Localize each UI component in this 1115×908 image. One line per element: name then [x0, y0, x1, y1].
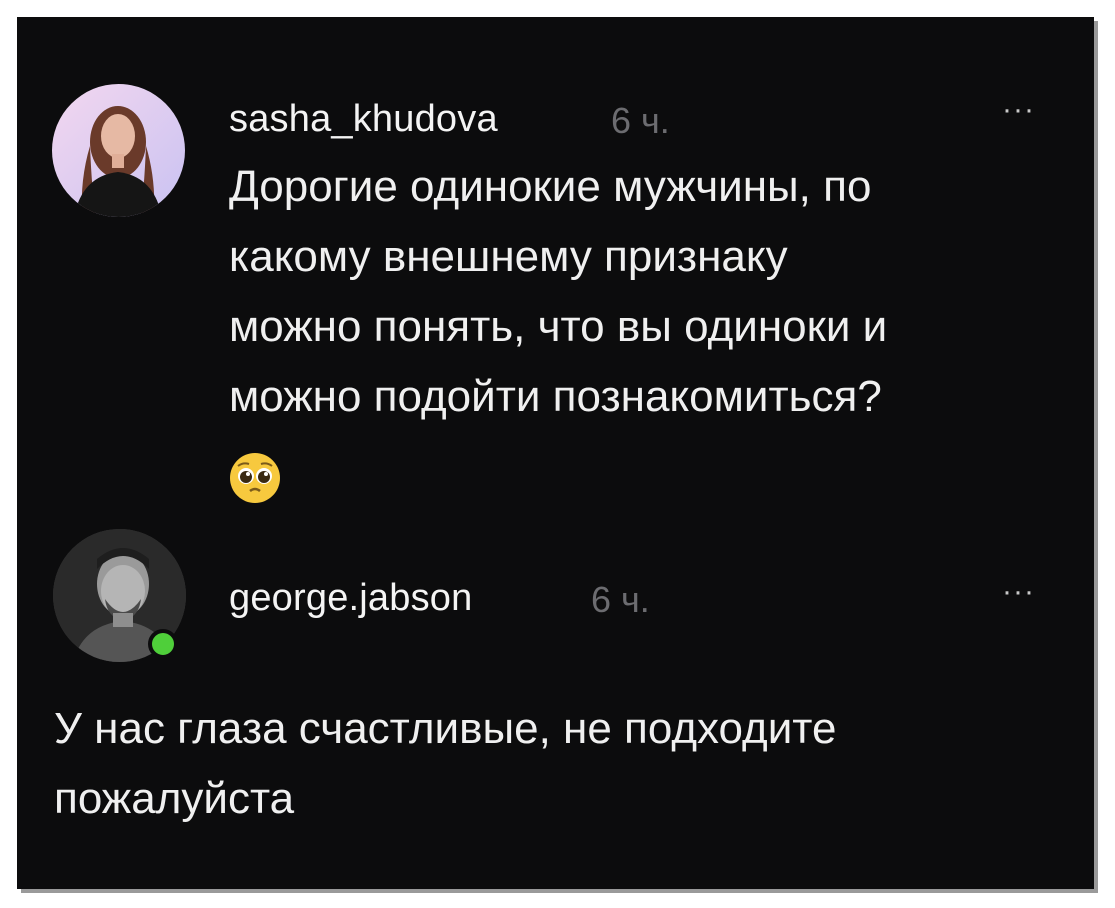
comments-panel: sasha_khudova 6 ч. ··· Дорогие одинокие … — [17, 17, 1094, 889]
comment-username[interactable]: george.jabson — [229, 577, 472, 620]
comment-timestamp: 6 ч. — [591, 579, 650, 620]
more-options-icon[interactable]: ··· — [1002, 95, 1035, 125]
pleading-face-icon — [229, 452, 281, 504]
comment-username[interactable]: sasha_khudova — [229, 98, 498, 141]
comment-text: Дорогие одинокие мужчины, по какому внеш… — [229, 162, 888, 421]
comment-text: У нас глаза счастливые, не подходите пож… — [54, 704, 837, 823]
online-status-indicator — [148, 629, 178, 659]
avatar-sasha-khudova[interactable] — [52, 84, 185, 217]
more-options-icon[interactable]: ··· — [1002, 577, 1035, 607]
comment-timestamp: 6 ч. — [611, 100, 670, 141]
